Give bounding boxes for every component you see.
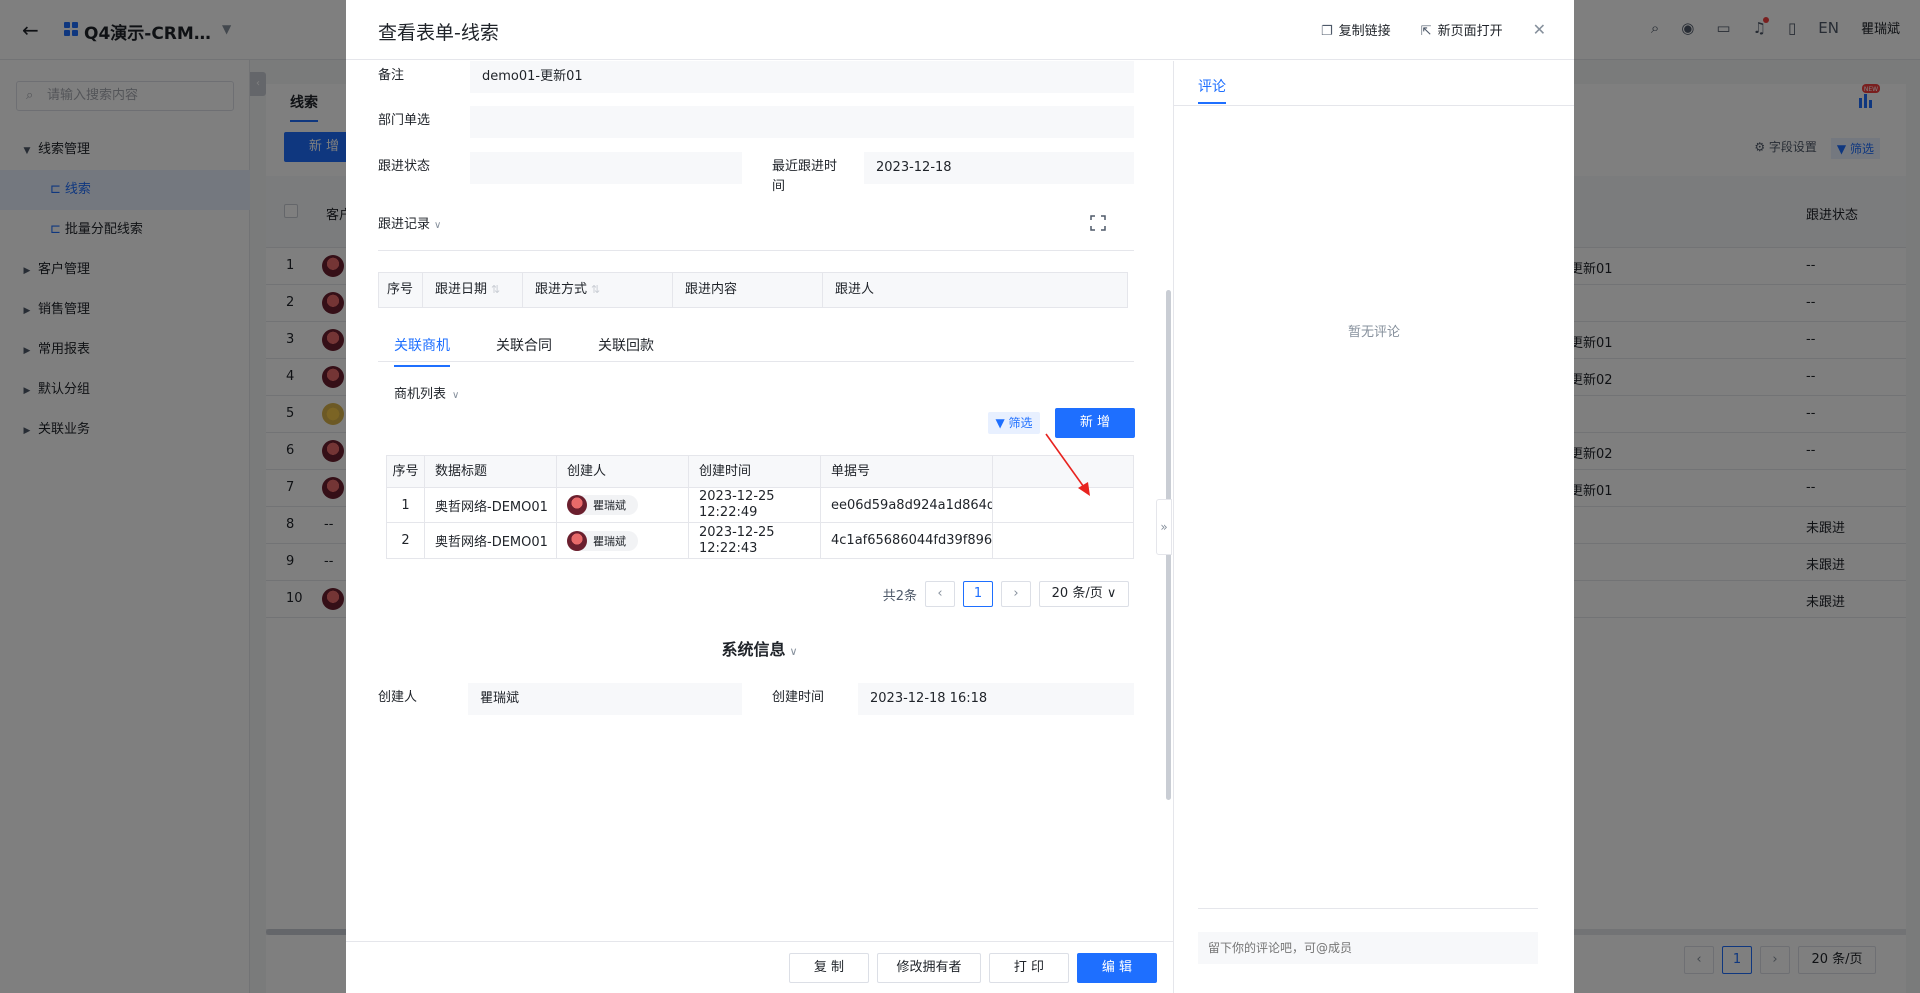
- creator-field: 瞿瑞斌: [468, 683, 742, 715]
- row-created-time: 2023-12-25 12:22:43: [689, 523, 821, 558]
- remark-label: 备注: [378, 68, 405, 83]
- divider: [1174, 105, 1574, 106]
- close-icon[interactable]: ✕: [1533, 20, 1546, 39]
- empty-comments-text: 暂无评论: [1347, 325, 1400, 340]
- chevron-down-icon: ∨: [434, 220, 442, 231]
- edit-button[interactable]: 编 辑: [1077, 953, 1157, 983]
- avatar: [567, 495, 587, 515]
- tab-related-opportunities[interactable]: 关联商机: [394, 335, 450, 367]
- change-owner-button[interactable]: 修改拥有者: [877, 953, 981, 983]
- row-title[interactable]: 奥哲网络-DEMO01: [425, 488, 557, 522]
- table-row[interactable]: 2 奥哲网络-DEMO01 瞿瑞斌 2023-12-25 12:22:43 4c1…: [387, 523, 1133, 558]
- tab-related-contracts[interactable]: 关联合同: [496, 335, 552, 367]
- view-form-modal: 查看表单-线索 ❐ 复制链接 ⇱ 新页面打开 ✕ 备注 demo01-更新01 部门…: [346, 0, 1574, 993]
- chevron-down-icon: ∨: [789, 645, 798, 658]
- col-follow-method[interactable]: 跟进方式 ⇅: [523, 273, 673, 307]
- print-button[interactable]: 打 印: [989, 953, 1069, 983]
- row-doc-number: 4c1af65686044fd39f896d0...: [821, 523, 993, 558]
- copy-icon: ❐: [1321, 24, 1333, 39]
- next-page-button[interactable]: ›: [1001, 581, 1031, 607]
- col-index: 序号: [387, 456, 425, 487]
- col-follower: 跟进人: [835, 282, 875, 297]
- sort-icon: ⇅: [491, 283, 501, 296]
- tab-comments[interactable]: 评论: [1198, 76, 1226, 104]
- creator-tag[interactable]: 瞿瑞斌: [567, 530, 638, 551]
- chevron-down-icon: ∨: [452, 390, 460, 401]
- last-follow-field[interactable]: 2023-12-18: [864, 152, 1134, 184]
- open-new-page-button[interactable]: ⇱ 新页面打开: [1421, 20, 1503, 39]
- page-size-select[interactable]: 20 条/页 ∨: [1039, 581, 1129, 607]
- col-follow-date[interactable]: 跟进日期 ⇅: [423, 273, 523, 307]
- col-doc-number: 单据号: [821, 456, 993, 487]
- opportunity-table: 序号 数据标题 创建人 创建时间 单据号 1 奥哲网络-DEMO01 瞿瑞斌 2…: [386, 455, 1134, 559]
- follow-status-label: 跟进状态: [378, 159, 431, 174]
- dept-field[interactable]: [470, 106, 1134, 138]
- avatar: [567, 530, 587, 551]
- total-count: 共2条: [882, 588, 917, 604]
- panel-collapse-toggle[interactable]: »: [1156, 499, 1172, 555]
- row-doc-number: ee06d59a8d924a1d864de...: [821, 488, 993, 522]
- col-creator: 创建人: [557, 456, 689, 487]
- copy-button[interactable]: 复 制: [789, 953, 869, 983]
- annotation-arrow: [1045, 433, 1090, 496]
- col-created-time: 创建时间: [689, 456, 821, 487]
- col-follow-content: 跟进内容: [673, 273, 823, 307]
- divider: [1198, 908, 1538, 909]
- filter-button[interactable]: ▼ 筛选: [988, 412, 1040, 434]
- follow-records-table-header: 序号 跟进日期 ⇅ 跟进方式 ⇅ 跟进内容 跟进人: [378, 272, 1128, 308]
- created-time-label: 创建时间: [772, 690, 825, 705]
- copy-link-button[interactable]: ❐ 复制链接: [1321, 20, 1391, 39]
- divider: [378, 250, 1134, 251]
- row-index: 1: [387, 488, 425, 522]
- modal-header-actions: ❐ 复制链接 ⇱ 新页面打开 ✕: [1321, 20, 1546, 39]
- row-created-time: 2023-12-25 12:22:49: [689, 488, 821, 522]
- creator-tag[interactable]: 瞿瑞斌: [567, 495, 638, 515]
- remark-field[interactable]: demo01-更新01: [470, 61, 1134, 93]
- modal-footer: 复 制 修改拥有者 打 印 编 辑: [346, 941, 1173, 993]
- fullscreen-icon[interactable]: [1090, 215, 1106, 231]
- table-header: 序号 数据标题 创建人 创建时间 单据号: [387, 456, 1133, 488]
- related-tabs: 关联商机 关联合同 关联回款: [394, 335, 654, 367]
- row-index: 2: [387, 523, 425, 558]
- tab-related-payments[interactable]: 关联回款: [598, 335, 654, 367]
- external-link-icon: ⇱: [1420, 24, 1432, 39]
- sort-icon: ⇅: [591, 283, 601, 296]
- opportunity-pager: 共2条 ‹ 1 › 20 条/页 ∨: [883, 581, 1129, 607]
- creator-label: 创建人: [378, 690, 418, 705]
- col-index: 序号: [379, 273, 423, 307]
- last-follow-label: 最近跟进时间: [772, 159, 838, 194]
- opportunity-list-title[interactable]: 商机列表 ∨: [394, 383, 459, 402]
- modal-header: 查看表单-线索 ❐ 复制链接 ⇱ 新页面打开 ✕: [346, 0, 1574, 60]
- comments-panel: 评论 暂无评论: [1174, 61, 1574, 993]
- follow-records-section[interactable]: 跟进记录 ∨: [378, 213, 441, 232]
- modal-title: 查看表单-线索: [378, 22, 499, 44]
- page-number[interactable]: 1: [963, 581, 993, 607]
- prev-page-button[interactable]: ‹: [925, 581, 955, 607]
- created-time-field: 2023-12-18 16:18: [858, 683, 1134, 715]
- col-title: 数据标题: [425, 456, 557, 487]
- system-info-section[interactable]: 系统信息 ∨: [346, 636, 1173, 660]
- comment-input[interactable]: [1198, 932, 1538, 964]
- row-title[interactable]: 奥哲网络-DEMO01: [425, 523, 557, 558]
- filter-icon: ▼: [995, 416, 1005, 430]
- follow-status-field[interactable]: [470, 152, 742, 184]
- table-row[interactable]: 1 奥哲网络-DEMO01 瞿瑞斌 2023-12-25 12:22:49 ee0…: [387, 488, 1133, 523]
- chevron-down-icon: ∨: [1106, 586, 1117, 601]
- dept-label: 部门单选: [378, 113, 431, 128]
- divider: [378, 361, 1134, 362]
